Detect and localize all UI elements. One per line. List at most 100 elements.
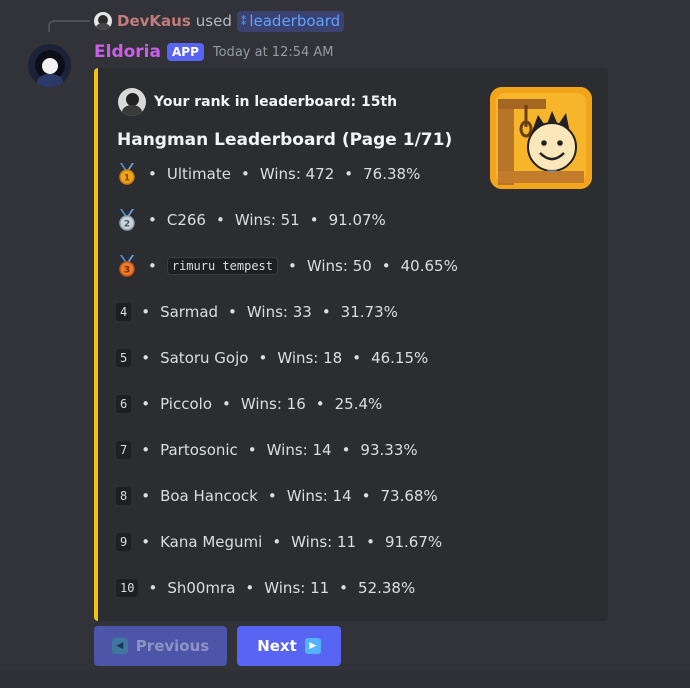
- embed-author: Your rank in leaderboard: 15th: [118, 88, 397, 116]
- player-wins: Wins: 50: [306, 257, 372, 275]
- player-win-rate: 91.67%: [384, 533, 443, 551]
- separator: •: [148, 211, 157, 229]
- player-name: Boa Hancock: [160, 487, 258, 505]
- rank-badge: 8: [116, 487, 132, 505]
- player-name: C266: [166, 211, 206, 229]
- svg-text:1: 1: [124, 174, 130, 184]
- message-timestamp[interactable]: Today at 12:54 AM: [213, 45, 334, 60]
- separator: •: [352, 349, 362, 367]
- chat-footer-strip: [0, 670, 690, 688]
- separator: •: [215, 211, 225, 229]
- user-avatar-icon[interactable]: [94, 12, 112, 30]
- arrow-left-icon: ◀: [111, 638, 128, 654]
- next-button[interactable]: Next ▶: [237, 626, 341, 666]
- separator: •: [315, 395, 325, 413]
- pagination-buttons: ◀ Previous Next ▶: [94, 626, 341, 666]
- list-item: 10 • Sh00mra • Wins: 11 • 52.38%: [116, 575, 491, 621]
- svg-text:2: 2: [124, 220, 130, 230]
- rank-badge: 9: [116, 533, 132, 551]
- separator: •: [148, 579, 158, 597]
- player-win-rate: 25.4%: [334, 395, 383, 413]
- list-item: 4 • Sarmad • Wins: 33 • 31.73%: [116, 299, 491, 345]
- silver-medal-icon: 2: [116, 208, 138, 232]
- list-item: 2 • C266 • Wins: 51 • 91.07%: [116, 207, 491, 253]
- player-wins: Wins: 14: [286, 487, 352, 505]
- leaderboard-embed: Your rank in leaderboard: 15th Hangman L…: [94, 68, 608, 621]
- list-item: 7 • Partosonic • Wins: 14 • 93.33%: [116, 437, 491, 483]
- separator: •: [309, 211, 319, 229]
- rank-badge: 6: [116, 395, 132, 413]
- list-item: 5 • Satoru Gojo • Wins: 18 • 46.15%: [116, 345, 491, 391]
- separator: •: [245, 579, 255, 597]
- separator: •: [240, 165, 250, 183]
- separator: •: [361, 487, 371, 505]
- player-name: Sh00mra: [167, 579, 236, 597]
- player-wins: Wins: 11: [264, 579, 330, 597]
- separator: •: [288, 257, 297, 275]
- player-win-rate: 46.15%: [371, 349, 429, 367]
- player-name: Sarmad: [160, 303, 219, 321]
- rank-badge: 7: [116, 441, 132, 459]
- separator: •: [148, 257, 157, 275]
- bot-name[interactable]: Eldoria: [94, 42, 161, 62]
- separator: •: [228, 303, 237, 321]
- list-item: 3 • rimuru tempest • Wins: 50 • 40.65%: [116, 253, 491, 299]
- separator: •: [341, 441, 351, 459]
- bot-avatar[interactable]: [28, 44, 71, 87]
- separator: •: [141, 487, 151, 505]
- gold-medal-icon: 1: [116, 162, 138, 186]
- author-avatar-icon: [118, 88, 146, 116]
- separator: •: [339, 579, 349, 597]
- separator: •: [141, 533, 151, 551]
- separator: •: [267, 487, 277, 505]
- player-win-rate: 52.38%: [358, 579, 416, 597]
- separator: •: [222, 395, 231, 413]
- previous-button[interactable]: ◀ Previous: [94, 626, 227, 666]
- hangman-game-icon[interactable]: [490, 87, 592, 189]
- next-label: Next: [257, 637, 297, 655]
- separator: •: [141, 303, 151, 321]
- separator: •: [321, 303, 331, 321]
- interaction-reference[interactable]: DevKaus used ⁑ leaderboard: [94, 10, 345, 32]
- separator: •: [148, 165, 157, 183]
- separator: •: [381, 257, 391, 275]
- bronze-medal-icon: 3: [116, 254, 138, 278]
- player-win-rate: 91.07%: [328, 211, 386, 229]
- player-name: Kana Megumi: [160, 533, 263, 551]
- slash-command-icon: ⁑: [240, 14, 247, 28]
- arrow-right-icon: ▶: [304, 638, 321, 654]
- separator: •: [272, 533, 282, 551]
- player-win-rate: 76.38%: [363, 165, 421, 183]
- list-item: 9 • Kana Megumi • Wins: 11 • 91.67%: [116, 529, 491, 575]
- embed-title: Hangman Leaderboard (Page 1/71): [117, 130, 453, 150]
- player-wins: Wins: 14: [266, 441, 332, 459]
- player-name: Ultimate: [166, 165, 231, 183]
- list-item: 8 • Boa Hancock • Wins: 14 • 73.68%: [116, 483, 491, 529]
- separator: •: [258, 349, 268, 367]
- list-item: 1 • Ultimate • Wins: 472 • 76.38%: [116, 161, 491, 207]
- player-win-rate: 40.65%: [400, 257, 458, 275]
- player-wins: Wins: 472: [259, 165, 335, 183]
- separator: •: [247, 441, 257, 459]
- app-badge: APP: [166, 43, 204, 61]
- rank-badge: 5: [116, 349, 132, 367]
- command-chip[interactable]: ⁑ leaderboard: [236, 10, 345, 32]
- separator: •: [141, 395, 151, 413]
- player-win-rate: 73.68%: [380, 487, 438, 505]
- command-name: leaderboard: [249, 12, 341, 30]
- player-win-rate: 31.73%: [340, 303, 398, 321]
- player-win-rate: 93.33%: [360, 441, 418, 459]
- rank-text: Your rank in leaderboard: 15th: [154, 94, 398, 110]
- player-name: Partosonic: [160, 441, 238, 459]
- separator: •: [141, 349, 151, 367]
- rank-badge: 4: [116, 303, 132, 321]
- leaderboard-list: 1 • Ultimate • Wins: 472 • 76.38% 2 • C2…: [116, 161, 491, 621]
- separator: •: [141, 441, 151, 459]
- separator: •: [344, 165, 354, 183]
- used-text: used: [195, 12, 232, 30]
- invoking-user-name[interactable]: DevKaus: [117, 12, 191, 30]
- player-wins: Wins: 18: [277, 349, 343, 367]
- reply-connector: [48, 20, 90, 32]
- player-wins: Wins: 51: [234, 211, 300, 229]
- previous-label: Previous: [135, 637, 210, 655]
